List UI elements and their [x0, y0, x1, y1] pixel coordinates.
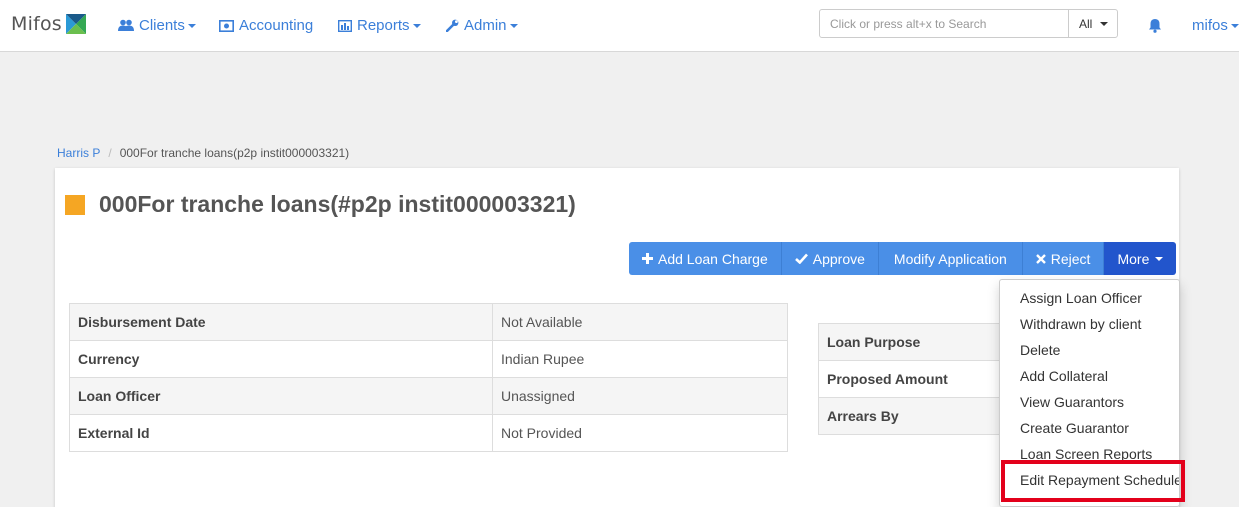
check-icon	[794, 253, 808, 264]
bell-icon[interactable]	[1148, 18, 1162, 38]
nav-reports-label: Reports	[357, 17, 410, 34]
chevron-down-icon	[1230, 23, 1239, 28]
brand-name: Mifos	[11, 13, 62, 35]
top-navbar: Mifos Clients Accounting Reports Admin C…	[0, 0, 1239, 52]
detail-key: Disbursement Date	[69, 303, 493, 341]
more-button[interactable]: More	[1104, 242, 1177, 275]
users-icon	[118, 19, 134, 32]
table-row: Arrears By	[818, 397, 1018, 435]
summary-key: Arrears By	[818, 397, 1018, 435]
action-button-group: Add Loan Charge Approve Modify Applicati…	[629, 242, 1177, 275]
nav-reports[interactable]: Reports	[338, 17, 421, 34]
brand-logo[interactable]: Mifos	[11, 13, 86, 35]
menu-item-assign-loan-officer[interactable]: Assign Loan Officer	[1000, 285, 1179, 311]
user-menu[interactable]: mifos	[1192, 17, 1239, 34]
table-row: Loan Purpose	[818, 323, 1018, 361]
table-row: Loan Officer Unassigned	[69, 377, 788, 415]
menu-item-view-guarantors[interactable]: View Guarantors	[1000, 389, 1179, 415]
detail-key: Currency	[69, 340, 493, 378]
table-row: Proposed Amount	[818, 360, 1018, 398]
breadcrumb: Harris P / 000For tranche loans(p2p inst…	[57, 146, 349, 160]
table-row: Currency Indian Rupee	[69, 340, 788, 378]
nav-clients-label: Clients	[139, 17, 185, 34]
detail-value: Indian Rupee	[492, 340, 788, 378]
loan-details-table: Disbursement Date Not Available Currency…	[69, 303, 788, 452]
wrench-icon	[446, 19, 459, 32]
nav-accounting[interactable]: Accounting	[219, 17, 313, 34]
nav-admin-label: Admin	[464, 17, 507, 34]
modify-application-button[interactable]: Modify Application	[878, 242, 1023, 275]
chevron-down-icon	[509, 23, 518, 28]
approve-button[interactable]: Approve	[781, 242, 879, 275]
nav-accounting-label: Accounting	[239, 17, 314, 34]
search-placeholder: Click or press alt+x to Search	[830, 16, 987, 31]
breadcrumb-separator: /	[108, 146, 112, 160]
status-indicator	[65, 194, 85, 215]
reject-button[interactable]: Reject	[1022, 242, 1105, 275]
highlight-annotation	[1001, 460, 1185, 502]
money-icon	[219, 19, 234, 32]
approve-label: Approve	[812, 250, 865, 267]
add-loan-charge-label: Add Loan Charge	[658, 250, 768, 267]
detail-value: Not Provided	[492, 414, 788, 452]
loan-summary-table: Loan Purpose Proposed Amount Arrears By	[818, 323, 1018, 435]
detail-key: Loan Officer	[69, 377, 493, 415]
plus-icon	[642, 253, 653, 264]
detail-value: Unassigned	[492, 377, 788, 415]
modify-application-label: Modify Application	[893, 250, 1007, 267]
title-row: 000For tranche loans(#p2p instit00000332…	[65, 191, 576, 218]
table-row: External Id Not Provided	[69, 414, 788, 452]
menu-item-create-guarantor[interactable]: Create Guarantor	[1000, 415, 1179, 441]
menu-item-add-collateral[interactable]: Add Collateral	[1000, 363, 1179, 389]
chevron-down-icon	[187, 23, 196, 28]
chevron-down-icon	[412, 23, 421, 28]
detail-value: Not Available	[492, 303, 788, 341]
chevron-down-icon	[1155, 256, 1164, 261]
breadcrumb-client-link[interactable]: Harris P	[57, 146, 100, 160]
user-name: mifos	[1192, 17, 1228, 34]
page-title: 000For tranche loans(#p2p instit00000332…	[99, 191, 576, 217]
add-loan-charge-button[interactable]: Add Loan Charge	[629, 242, 782, 275]
detail-key: External Id	[69, 414, 493, 452]
close-icon	[1035, 253, 1046, 264]
search-input[interactable]: Click or press alt+x to Search	[819, 9, 1069, 38]
bar-chart-icon	[338, 19, 352, 32]
menu-item-delete[interactable]: Delete	[1000, 337, 1179, 363]
nav-clients[interactable]: Clients	[118, 17, 196, 34]
summary-key: Loan Purpose	[818, 323, 1018, 361]
summary-key: Proposed Amount	[818, 360, 1018, 398]
breadcrumb-current: 000For tranche loans(p2p instit000003321…	[119, 146, 350, 160]
search-scope-label: All	[1079, 16, 1093, 31]
menu-item-withdrawn-by-client[interactable]: Withdrawn by client	[1000, 311, 1179, 337]
table-row: Disbursement Date Not Available	[69, 303, 788, 341]
nav-admin[interactable]: Admin	[446, 17, 518, 34]
mifos-x-logo-icon	[65, 14, 86, 34]
reject-label: Reject	[1050, 250, 1091, 267]
search-scope-dropdown[interactable]: All	[1068, 9, 1118, 38]
chevron-down-icon	[1100, 21, 1109, 26]
more-label: More	[1117, 250, 1150, 267]
